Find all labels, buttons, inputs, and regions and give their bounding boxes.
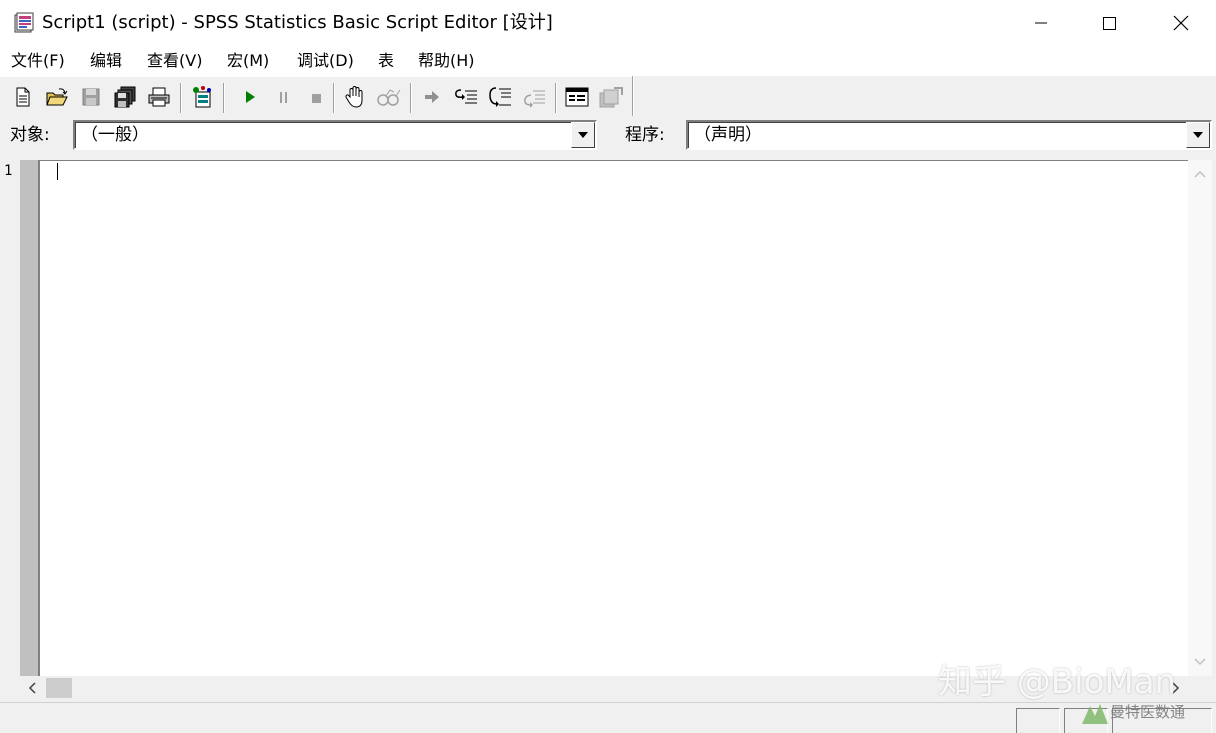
close-icon [1173,15,1189,31]
dropdown-arrow-icon [578,132,588,138]
object-dropdown-value: （一般） [81,125,149,145]
glasses-icon [377,89,401,106]
run-button[interactable] [236,83,264,111]
code-editor[interactable] [20,160,1212,676]
references-icon [599,87,623,108]
toggle-breakpoint-button[interactable] [341,83,369,111]
chevron-up-icon [1194,170,1206,178]
toolbar-separator [223,83,225,113]
references-button [597,83,625,111]
toolbar-separator [180,83,182,113]
toolbar-separator [333,83,335,113]
toolbar-edge [632,76,634,116]
editor-frame [0,156,1216,702]
dropdown-arrow-icon [1193,132,1203,138]
chevron-left-icon [28,682,36,694]
object-browser-icon [565,87,589,107]
toolbar-separator [410,83,412,113]
procedure-dropdown-button[interactable] [1186,122,1210,148]
menu-debug[interactable]: 调试(D) [297,50,354,72]
scroll-down-button[interactable] [1188,652,1212,672]
procedure-dropdown[interactable]: （声明） [686,120,1212,150]
step-over-button[interactable] [486,83,514,111]
dialog-editor-icon [193,86,211,108]
step-out-button [520,83,548,111]
save-all-icon [114,86,136,108]
minimize-icon [1035,22,1047,24]
toolbar-separator [555,83,557,113]
minimize-button[interactable] [1006,0,1076,46]
breakpoint-gutter[interactable] [20,160,40,676]
text-caret [57,163,58,180]
arrow-right-icon [425,91,439,103]
quick-watch-button [375,83,403,111]
stop-button [302,83,330,111]
run-icon [246,91,255,103]
step-out-icon [524,90,545,108]
new-file-icon [16,87,30,107]
pause-icon [280,92,287,103]
close-button[interactable] [1146,0,1216,46]
hand-icon [345,86,363,108]
open-button[interactable] [43,83,71,111]
step-into-button[interactable] [452,83,480,111]
new-file-button[interactable] [9,83,37,111]
object-browser-button[interactable] [563,83,591,111]
watermark-logo-icon [1082,704,1108,724]
dialog-editor-button[interactable] [188,83,216,111]
horizontal-scroll-thumb[interactable] [46,678,72,698]
menu-table[interactable]: 表 [378,50,394,72]
pause-button [270,83,298,111]
menu-file[interactable]: 文件(F) [11,50,65,72]
maximize-icon [1103,17,1116,30]
watermark-text: 知乎 @BioMan [938,662,1177,702]
save-all-button[interactable] [111,83,139,111]
open-folder-icon [46,88,68,106]
chevron-down-icon [1194,658,1206,666]
vertical-scrollbar[interactable] [1188,160,1212,676]
object-dropdown-button[interactable] [571,122,595,148]
step-into-icon [455,89,477,104]
line-number: 1 [4,163,13,179]
object-label: 对象: [10,125,50,145]
status-bar [0,702,1216,733]
step-over-icon [489,87,511,107]
menu-edit[interactable]: 编辑 [90,50,122,72]
save-icon [82,88,100,106]
maximize-button[interactable] [1074,0,1144,46]
menu-help[interactable]: 帮助(H) [418,50,475,72]
menu-macro[interactable]: 宏(M) [227,50,269,72]
stop-icon [312,94,321,103]
title-bar[interactable]: Script1 (script) - SPSS Statistics Basic… [0,0,1216,46]
object-dropdown[interactable]: （一般） [73,120,597,150]
print-button[interactable] [145,83,173,111]
save-button [77,83,105,111]
status-pane [1016,708,1060,733]
menu-view[interactable]: 查看(V) [147,50,202,72]
print-icon [148,87,170,107]
window-title: Script1 (script) - SPSS Statistics Basic… [42,12,553,33]
script-editor-window: Script1 (script) - SPSS Statistics Basic… [0,0,1216,733]
script-app-icon [14,12,34,33]
scroll-left-button[interactable] [22,678,42,698]
watermark-secondary-text: 曼特医数通 [1110,703,1186,721]
toolbar [0,76,634,116]
procedure-dropdown-value: （声明） [694,125,762,145]
scroll-up-button[interactable] [1188,164,1212,184]
object-procedure-row: 对象: （一般） 程序: （声明） [0,116,1216,156]
procedure-label: 程序: [625,125,665,145]
step-to-cursor-button [418,83,446,111]
menu-bar: 文件(F) 编辑 查看(V) 宏(M) 调试(D) 表 帮助(H) [0,46,1216,76]
